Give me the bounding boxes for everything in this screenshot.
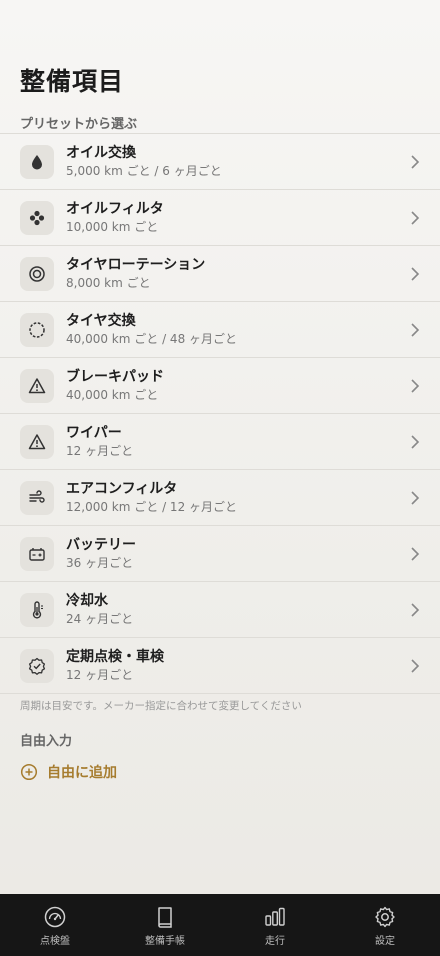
tab-logbook[interactable]: 整備手帳 bbox=[110, 894, 220, 956]
battery-icon bbox=[20, 537, 54, 571]
row-interval: 12 ヶ月ごと bbox=[66, 668, 134, 682]
row-title: ブレーキパッド bbox=[66, 369, 164, 385]
warning-icon bbox=[20, 425, 54, 459]
chevron-right-icon bbox=[411, 379, 420, 393]
tab-dashboard[interactable]: 点検盤 bbox=[0, 894, 110, 956]
preset-row-wiper[interactable]: ワイパー 12 ヶ月ごと bbox=[0, 414, 440, 470]
wind-icon bbox=[20, 481, 54, 515]
tab-settings[interactable]: 設定 bbox=[330, 894, 440, 956]
row-title: オイルフィルタ bbox=[66, 201, 164, 217]
row-interval: 40,000 km ごと / 48 ヶ月ごと bbox=[66, 332, 238, 346]
chevron-right-icon bbox=[411, 323, 420, 337]
row-interval: 8,000 km ごと bbox=[66, 276, 151, 290]
preset-list: オイル交換 5,000 km ごと / 6 ヶ月ごと オイルフィルタ 10,00… bbox=[0, 133, 440, 694]
preset-row-brake-pad[interactable]: ブレーキパッド 40,000 km ごと bbox=[0, 358, 440, 414]
tab-label: 設定 bbox=[375, 936, 395, 947]
tire-rotation-icon bbox=[20, 257, 54, 291]
chevron-right-icon bbox=[411, 603, 420, 617]
row-interval: 12 ヶ月ごと bbox=[66, 444, 134, 458]
interval-note: 周期は目安です。メーカー指定に合わせて変更してください bbox=[20, 700, 302, 712]
add-custom-label: 自由に追加 bbox=[47, 765, 117, 781]
row-interval: 24 ヶ月ごと bbox=[66, 612, 134, 626]
tire-icon bbox=[20, 313, 54, 347]
preset-row-inspection[interactable]: 定期点検・車検 12 ヶ月ごと bbox=[0, 638, 440, 694]
tab-mileage[interactable]: 走行 bbox=[220, 894, 330, 956]
tab-label: 走行 bbox=[265, 936, 285, 947]
plus-circle-icon bbox=[20, 763, 38, 781]
row-interval: 40,000 km ごと bbox=[66, 388, 159, 402]
warning-icon bbox=[20, 369, 54, 403]
row-interval: 10,000 km ごと bbox=[66, 220, 159, 234]
preset-row-tire-change[interactable]: タイヤ交換 40,000 km ごと / 48 ヶ月ごと bbox=[0, 302, 440, 358]
add-custom-button[interactable]: 自由に追加 bbox=[20, 762, 117, 782]
row-title: エアコンフィルタ bbox=[66, 481, 178, 497]
preset-row-ac-filter[interactable]: エアコンフィルタ 12,000 km ごと / 12 ヶ月ごと bbox=[0, 470, 440, 526]
chevron-right-icon bbox=[411, 155, 420, 169]
chevron-right-icon bbox=[411, 267, 420, 281]
row-title: バッテリー bbox=[66, 537, 136, 553]
row-title: タイヤローテーション bbox=[66, 257, 206, 273]
book-icon bbox=[158, 907, 172, 928]
custom-section-label: 自由入力 bbox=[20, 734, 73, 749]
tab-bar: 点検盤 整備手帳 走行 設定 bbox=[0, 894, 440, 956]
chevron-right-icon bbox=[411, 659, 420, 673]
preset-row-battery[interactable]: バッテリー 36 ヶ月ごと bbox=[0, 526, 440, 582]
preset-row-oil-filter[interactable]: オイルフィルタ 10,000 km ごと bbox=[0, 190, 440, 246]
tab-label: 整備手帳 bbox=[145, 936, 185, 947]
row-title: ワイパー bbox=[66, 425, 122, 441]
filter-icon bbox=[20, 201, 54, 235]
tab-label: 点検盤 bbox=[40, 936, 70, 947]
oil-drop-icon bbox=[20, 145, 54, 179]
row-title: 冷却水 bbox=[66, 593, 108, 609]
chevron-right-icon bbox=[411, 211, 420, 225]
preset-row-tire-rotation[interactable]: タイヤローテーション 8,000 km ごと bbox=[0, 246, 440, 302]
chevron-right-icon bbox=[411, 435, 420, 449]
row-title: タイヤ交換 bbox=[66, 313, 136, 329]
row-title: オイル交換 bbox=[66, 145, 136, 161]
thermometer-icon bbox=[20, 593, 54, 627]
row-interval: 12,000 km ごと / 12 ヶ月ごと bbox=[66, 500, 238, 514]
preset-row-coolant[interactable]: 冷却水 24 ヶ月ごと bbox=[0, 582, 440, 638]
row-interval: 36 ヶ月ごと bbox=[66, 556, 134, 570]
gear-icon bbox=[375, 906, 395, 928]
badge-check-icon bbox=[20, 649, 54, 683]
preset-row-oil-change[interactable]: オイル交換 5,000 km ごと / 6 ヶ月ごと bbox=[0, 134, 440, 190]
row-title: 定期点検・車検 bbox=[66, 649, 164, 665]
preset-section-label: プリセットから選ぶ bbox=[20, 117, 138, 132]
page-title: 整備項目 bbox=[20, 67, 125, 96]
chevron-right-icon bbox=[411, 491, 420, 505]
bar-chart-icon bbox=[265, 907, 285, 926]
gauge-icon bbox=[44, 906, 66, 928]
chevron-right-icon bbox=[411, 547, 420, 561]
row-interval: 5,000 km ごと / 6 ヶ月ごと bbox=[66, 164, 222, 178]
